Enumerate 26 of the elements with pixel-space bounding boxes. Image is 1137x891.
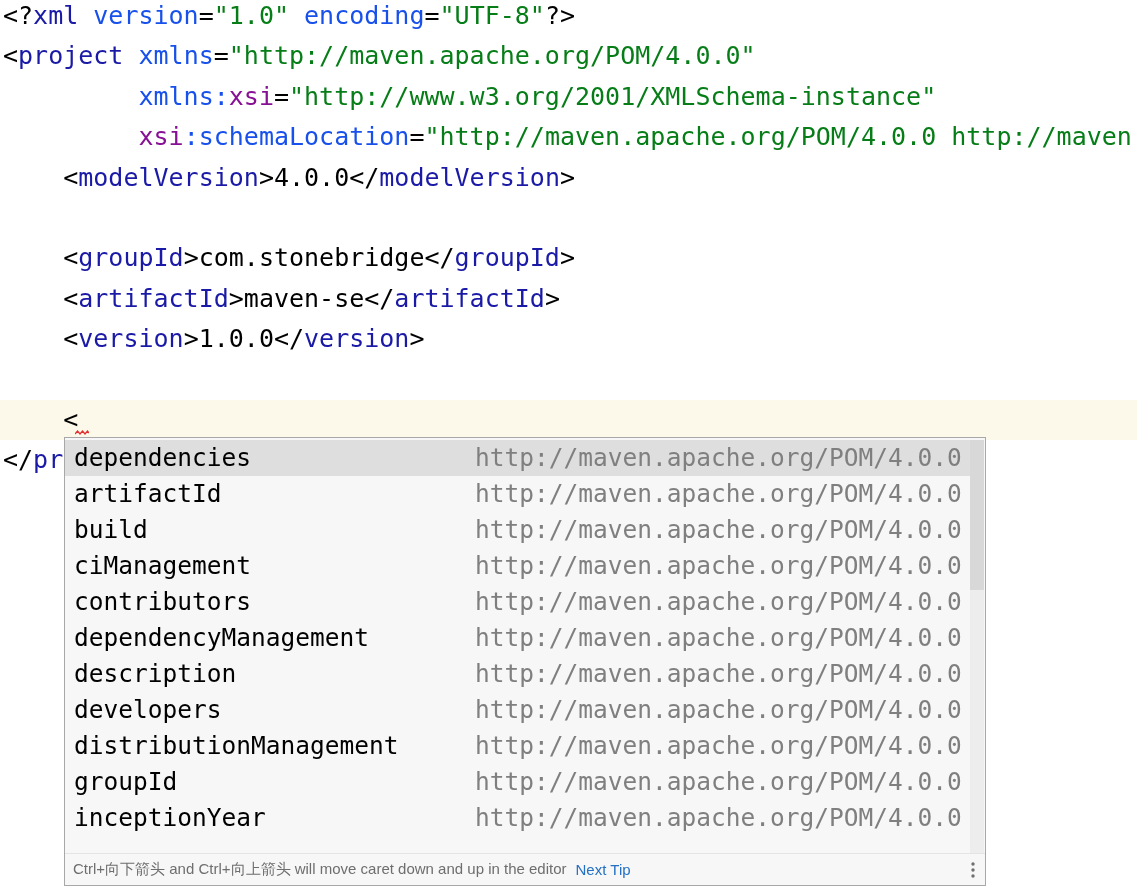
code-line: < — [62, 404, 79, 434]
next-tip-link[interactable]: Next Tip — [575, 861, 631, 878]
more-options-icon[interactable] — [971, 861, 975, 878]
code-line: <project xmlns="http://maven.apache.org/POM/4.0.0" — [3, 41, 756, 71]
code-line: <modelVersion>4.0.0</modelVersion> — [62, 162, 575, 192]
completion-item[interactable]: distributionManagement http://maven.apache.org/POM/4.0.0 — [65, 728, 970, 764]
code-line: xsi:schemaLocation="http://maven.apache.org/POM/4.0.0 http://maven. — [137, 122, 1137, 152]
completion-item[interactable]: description http://maven.apache.org/POM/4.0.0 — [65, 656, 970, 692]
completion-item[interactable]: contributors http://maven.apache.org/POM/4.0.0 — [65, 584, 970, 620]
completion-item[interactable]: inceptionYear http://maven.apache.org/POM/4.0.0 — [65, 800, 970, 836]
scrollbar[interactable] — [970, 440, 984, 853]
code-line: <version>1.0.0</version> — [62, 324, 425, 354]
code-line: xmlns:xsi="http://www.w3.org/2001/XMLSchema-instance" — [137, 81, 937, 111]
completion-item[interactable]: developers http://maven.apache.org/POM/4.0.0 — [65, 692, 970, 728]
scrollbar-thumb[interactable] — [970, 440, 984, 590]
completion-item[interactable]: dependencies http://maven.apache.org/POM/4.0.0 — [65, 440, 970, 476]
code-line: </pr — [3, 445, 64, 475]
completion-item[interactable]: artifactId http://maven.apache.org/POM/4.0.0 — [65, 476, 970, 512]
completion-item[interactable]: dependencyManagement http://maven.apache.org/POM/4.0.0 — [65, 620, 970, 656]
code-line: <artifactId>maven-se</artifactId> — [62, 283, 560, 313]
code-line: <?xml version="1.0" encoding="UTF-8"?> — [3, 1, 575, 30]
tip-text: Ctrl+向下箭头 and Ctrl+向上箭头 will move caret down and up in the editor — [73, 860, 567, 879]
completion-item[interactable]: groupId http://maven.apache.org/POM/4.0.0 — [65, 764, 970, 800]
code-line: <groupId>com.stonebridge</groupId> — [62, 243, 575, 273]
completion-item[interactable]: ciManagement http://maven.apache.org/POM/4.0.0 — [65, 548, 970, 584]
completion-item[interactable]: build http://maven.apache.org/POM/4.0.0 — [65, 512, 970, 548]
